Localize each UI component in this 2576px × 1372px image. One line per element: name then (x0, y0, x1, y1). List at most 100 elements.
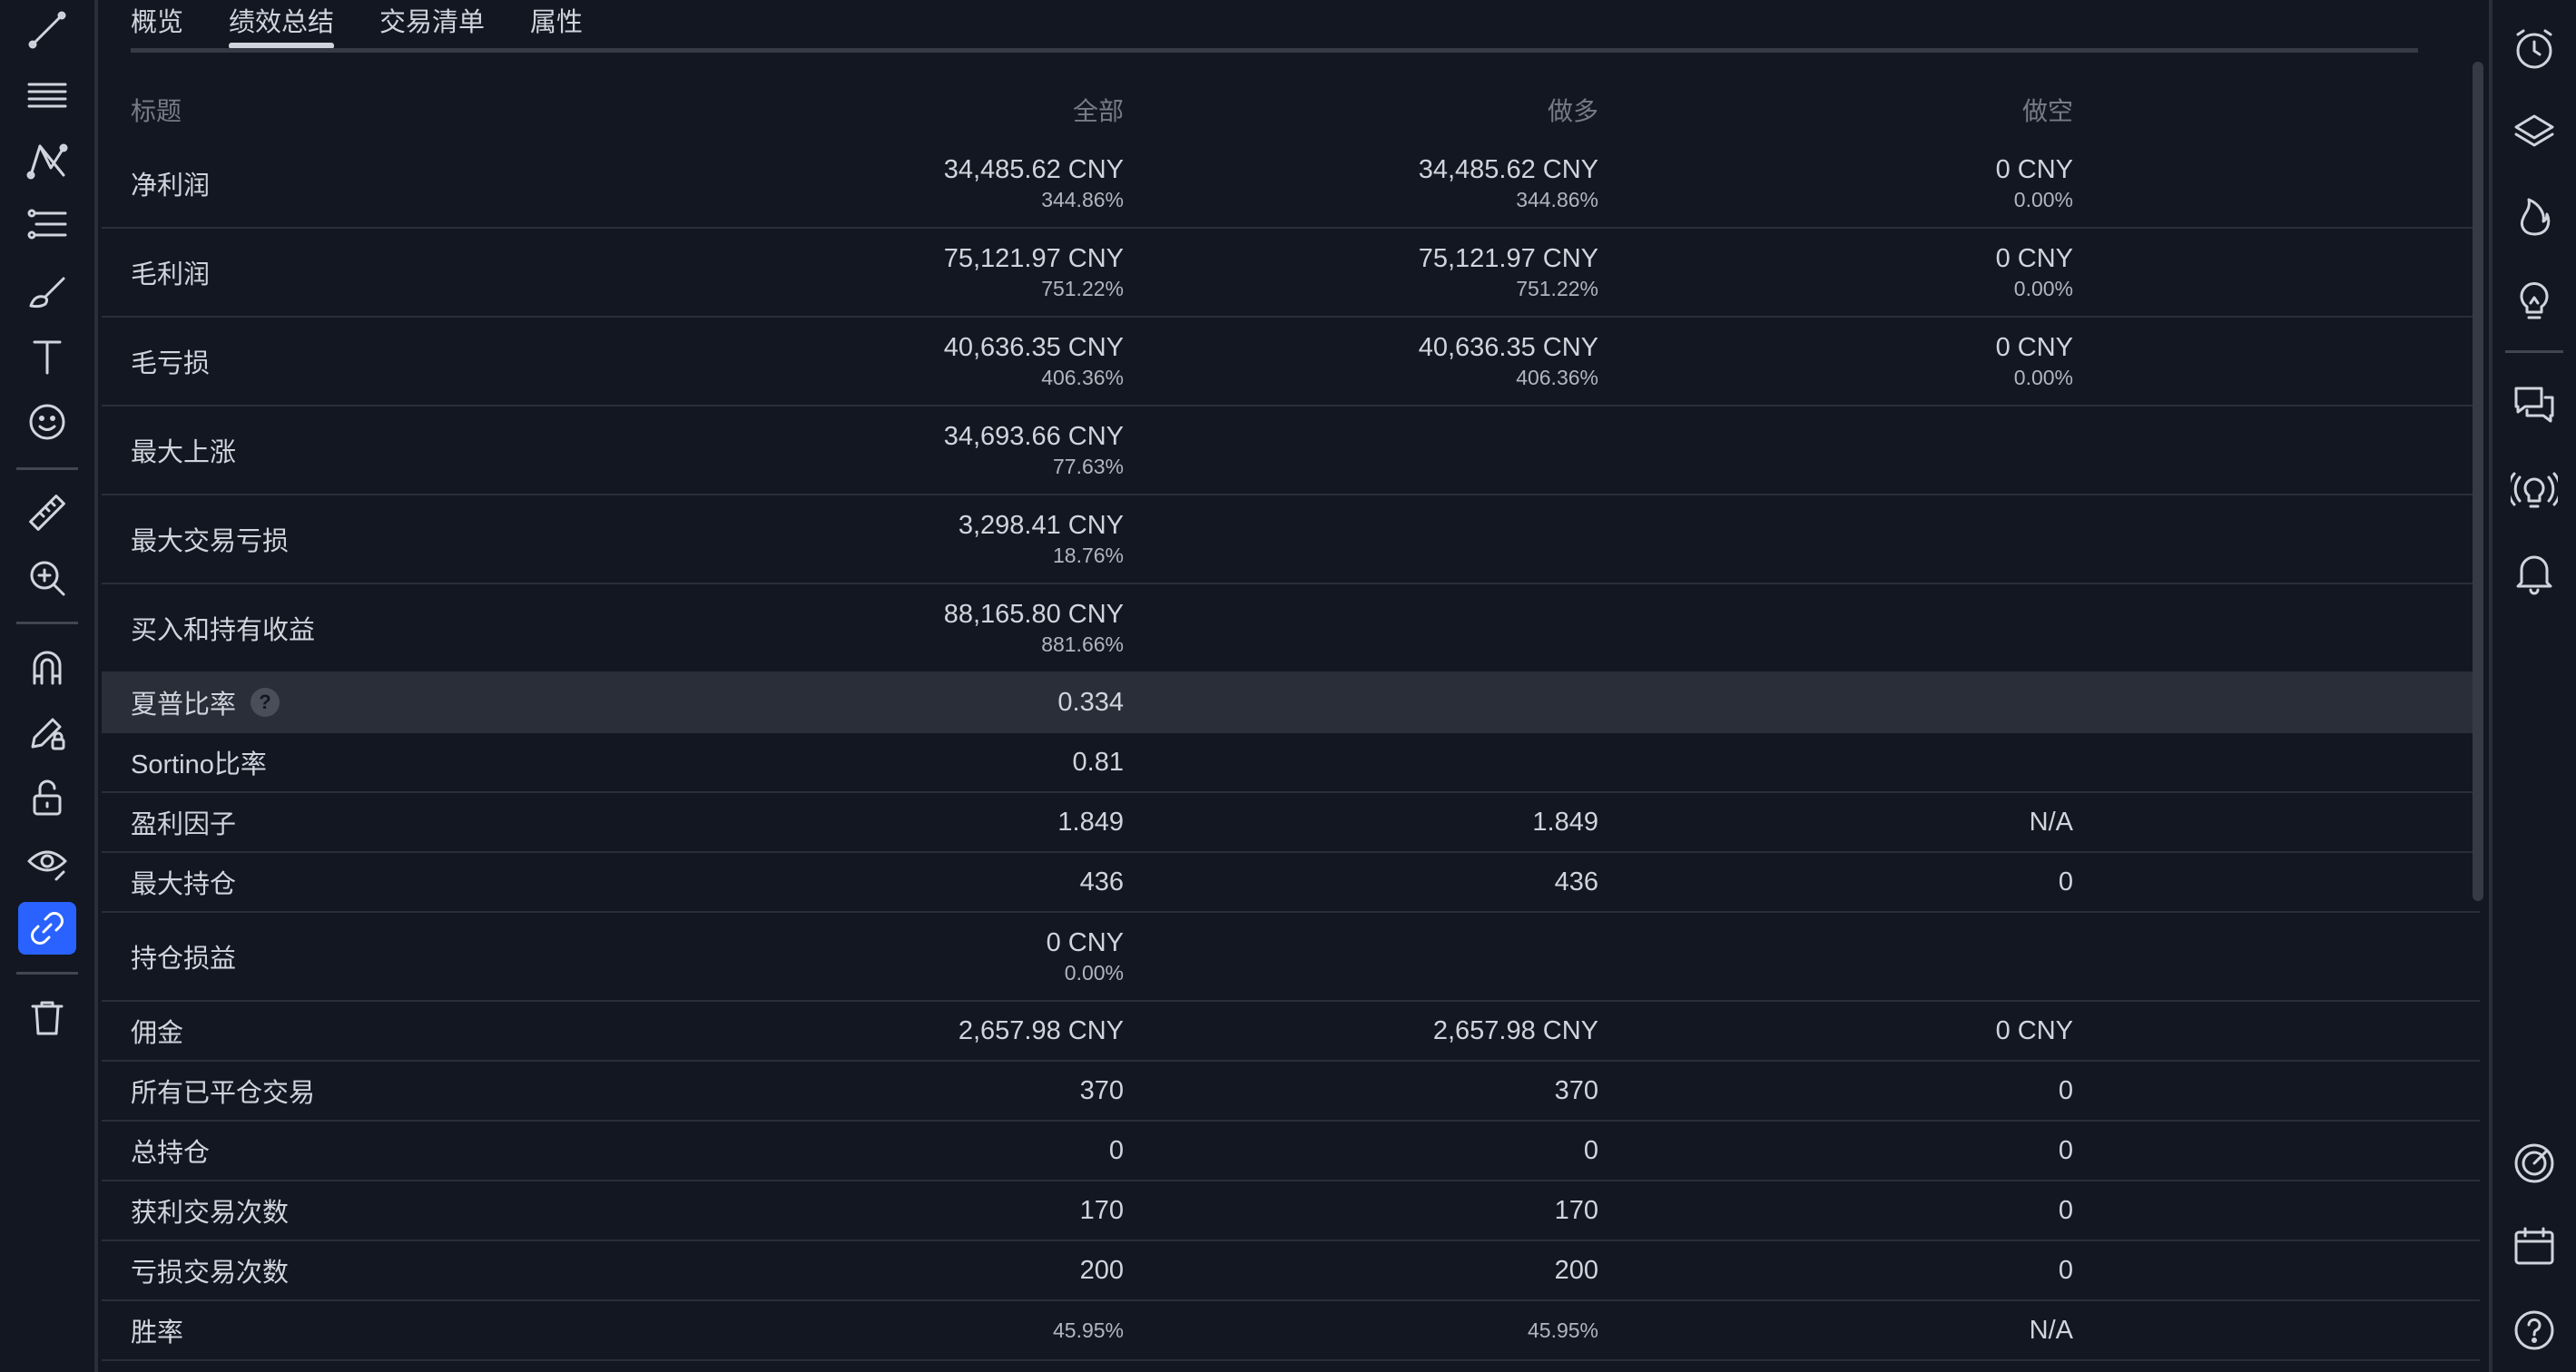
cell-all: 1.849 (1057, 793, 1124, 851)
link-icon[interactable] (18, 902, 76, 955)
layers-icon[interactable] (2505, 103, 2563, 162)
row-label: 佣金 (131, 1019, 184, 1048)
table-row: 毛利润 75,121.97 CNY 751.22% 75,121.97 CNY 751.… (102, 229, 2480, 318)
cell-short: 0 CNY 0.00% (1996, 229, 2073, 316)
cell-percent: 77.63% (1052, 455, 1124, 478)
cell-value: 0 (1108, 1136, 1124, 1165)
cell-value: 436 (1079, 867, 1124, 897)
help-icon[interactable]: ? (251, 688, 280, 717)
row-title: 最大持仓 (131, 853, 236, 911)
cell-long: 34,485.62 CNY 344.86% (1419, 140, 1598, 227)
cell-long: 370 (1555, 1062, 1598, 1120)
cell-all: 0.81 (1073, 733, 1124, 791)
row-label: 毛利润 (131, 260, 211, 289)
row-title-text: 毛亏损 (131, 342, 210, 380)
bell-icon[interactable] (2505, 543, 2563, 601)
cell-value: 40,636.35 CNY (1418, 333, 1598, 362)
cell-all: 200 (1080, 1241, 1124, 1299)
cell-percent: 45.95% (1052, 1318, 1124, 1342)
cell-value: 0 CNY (1995, 333, 2073, 362)
table-row: 最大上涨 34,693.66 CNY 77.63% (102, 407, 2480, 495)
cell-short: 0 (2059, 1122, 2073, 1180)
row-title-text: 最大持仓 (131, 863, 236, 901)
col-header-title: 标题 (131, 97, 182, 125)
unlock-icon[interactable] (18, 771, 76, 824)
row-title: 亏损交易次数 (131, 1241, 289, 1299)
cell-value: 0 (2058, 1196, 2073, 1225)
horizontal-lines-icon[interactable] (18, 69, 76, 122)
cell-value: N/A (2029, 808, 2073, 837)
col-header-short: 做空 (2021, 97, 2073, 125)
cell-value: 370 (1079, 1076, 1124, 1105)
table-row: 净利润 34,485.62 CNY 344.86% 34,485.62 CNY 344.… (102, 140, 2480, 229)
cell-value: 0 (2058, 867, 2073, 897)
table-row: 持仓损益 0 CNY 0.00% (102, 913, 2480, 1002)
table-row: Sortino比率 0.81 (102, 733, 2480, 793)
chat-icon[interactable] (2505, 376, 2563, 434)
cell-short: 0 (2059, 1181, 2073, 1240)
eye-icon[interactable] (18, 837, 76, 889)
calendar-icon[interactable] (2505, 1218, 2563, 1276)
tab-properties[interactable]: 属性 (530, 0, 583, 51)
ruler-icon[interactable] (18, 486, 76, 539)
right-toolbar (2489, 0, 2576, 1372)
tab-overview[interactable]: 概览 (131, 0, 183, 51)
cell-percent: 0.00% (2013, 366, 2073, 389)
row-label: 胜率 (131, 1318, 184, 1348)
zoom-in-icon[interactable] (18, 552, 76, 604)
row-title: 最大交易亏损 (131, 495, 289, 583)
cell-percent: 406.36% (1041, 366, 1124, 389)
fib-icon[interactable] (18, 200, 76, 252)
row-title-text: 亏损交易次数 (131, 1251, 289, 1289)
row-title-text: 总持仓 (131, 1132, 210, 1170)
cell-value: 170 (1554, 1196, 1598, 1225)
broadcast-icon[interactable] (2505, 459, 2563, 517)
scrollbar[interactable] (2473, 62, 2483, 901)
trash-icon[interactable] (18, 991, 76, 1044)
tab-trade-list[interactable]: 交易清单 (379, 0, 485, 51)
pattern-icon[interactable] (18, 134, 76, 187)
row-label: 所有已平仓交易 (131, 1079, 316, 1108)
cell-long: 200 (1555, 1241, 1598, 1299)
cell-value: 34,693.66 CNY (943, 422, 1124, 451)
row-title: 毛亏损 (131, 318, 210, 405)
fire-icon[interactable] (2505, 187, 2563, 245)
cell-all: 2,657.98 CNY (959, 1002, 1124, 1060)
row-label: 获利交易次数 (131, 1199, 290, 1228)
cell-percent: 0.00% (2013, 188, 2073, 211)
row-title: 获利交易次数 (131, 1181, 289, 1240)
lightbulb-icon[interactable] (2505, 270, 2563, 328)
emoji-icon[interactable] (18, 396, 76, 448)
target-icon[interactable] (2505, 1134, 2563, 1192)
row-title: 持仓损益 (131, 913, 236, 1000)
brush-icon[interactable] (18, 265, 76, 318)
cell-short: N/A (2030, 1301, 2073, 1359)
row-label: 毛亏损 (131, 349, 211, 378)
cell-value: 0 CNY (1995, 244, 2073, 273)
magnet-icon[interactable] (18, 641, 76, 693)
cell-value: 436 (1554, 867, 1598, 897)
row-title: 夏普比率? (131, 673, 280, 731)
cell-value: 34,485.62 CNY (1418, 155, 1598, 184)
cell-value: 2,657.98 CNY (958, 1016, 1124, 1045)
pencil-lock-icon[interactable] (18, 706, 76, 759)
alarm-clock-icon[interactable] (2505, 20, 2563, 78)
text-icon[interactable] (18, 330, 76, 383)
row-title-text: 盈利因子 (131, 803, 236, 841)
row-title: 胜率 (131, 1301, 183, 1359)
cell-all: 34,485.62 CNY 344.86% (944, 140, 1124, 227)
trend-line-icon[interactable] (18, 4, 76, 56)
cell-value: 0.81 (1072, 748, 1124, 777)
cell-value: 0.334 (1057, 688, 1124, 717)
help-icon[interactable] (2505, 1301, 2563, 1359)
tab-performance-summary[interactable]: 绩效总结 (229, 0, 335, 51)
row-title: 盈利因子 (131, 793, 236, 851)
cell-all: 370 (1080, 1062, 1124, 1120)
row-title-text: 持仓损益 (131, 937, 236, 975)
cell-percent: 45.95% (1527, 1318, 1598, 1342)
table-row: 最大持仓 436 436 0 (102, 853, 2480, 913)
cell-all: 170 (1080, 1181, 1124, 1240)
cell-value: 0 (2058, 1136, 2073, 1165)
row-title-text: 佣金 (131, 1012, 183, 1050)
row-label: 夏普比率 (131, 691, 237, 720)
